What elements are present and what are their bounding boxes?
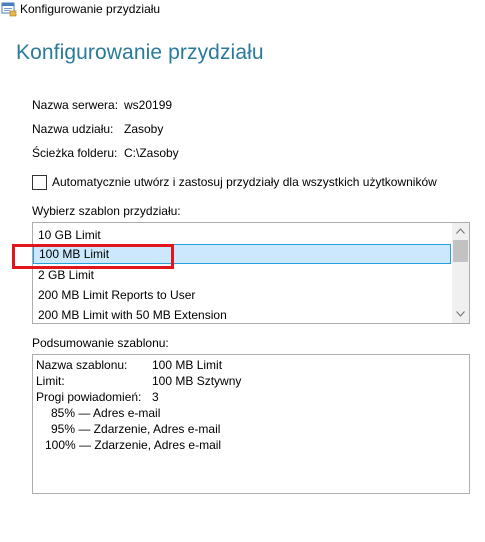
list-item[interactable]: 200 MB Limit with 50 MB Extension [33,305,451,323]
share-label: Nazwa udziału: [32,122,114,136]
chevron-down-icon[interactable] [452,306,469,323]
list-item[interactable]: 2 GB Limit [33,265,451,285]
summary-limit-label: Limit: [36,374,65,388]
list-scrollbar[interactable] [452,223,469,323]
summary-limit-value: 100 MB Sztywny [152,374,242,388]
summary-threshold-item: 100% — Zdarzenie, Adres e-mail [45,438,222,452]
template-summary-box: Nazwa szablonu: 100 MB Limit Limit: 100 … [32,354,470,494]
server-label: Nazwa serwera: [32,98,119,112]
path-value: C:\Zasoby [124,146,179,160]
auto-apply-checkbox-label[interactable]: Automatycznie utwórz i zastosuj przydzia… [52,174,437,190]
template-list-label: Wybierz szablon przydziału: [32,204,181,218]
path-label: Ścieżka folderu: [32,146,118,160]
summary-thresholds-count: 3 [152,390,159,404]
window-title: Konfigurowanie przydziału [20,2,161,16]
share-value: Zasoby [124,122,164,136]
chevron-up-icon[interactable] [452,223,469,240]
summary-threshold-item: 95% — Zdarzenie, Adres e-mail [51,422,221,436]
quota-window-icon [1,1,17,17]
template-listbox[interactable]: 10 GB Limit 100 MB Limit 2 GB Limit 200 … [32,222,470,324]
list-item[interactable]: 10 GB Limit [33,225,451,245]
scrollbar-thumb[interactable] [453,240,468,262]
summary-threshold-item: 85% — Adres e-mail [51,406,161,420]
summary-label: Podsumowanie szablonu: [32,336,169,350]
title-bar: Konfigurowanie przydziału [0,0,485,22]
summary-thresholds-label: Progi powiadomień: [36,390,142,404]
list-item[interactable]: 200 MB Limit Reports to User [33,285,451,305]
summary-name-label: Nazwa szablonu: [36,358,128,372]
summary-name-value: 100 MB Limit [152,358,223,372]
list-item-selected[interactable]: 100 MB Limit [33,244,451,264]
page-title: Konfigurowanie przydziału [16,41,264,64]
server-value: ws20199 [124,98,173,112]
auto-apply-checkbox[interactable] [32,175,47,190]
